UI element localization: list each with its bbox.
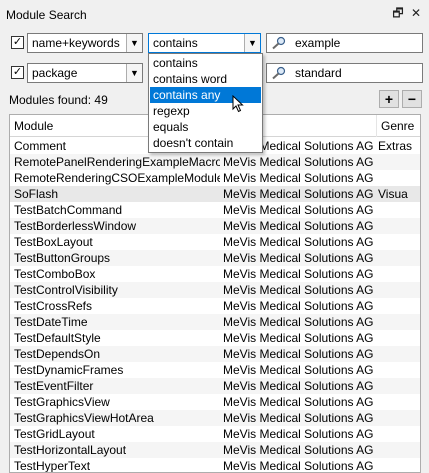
table-row[interactable]: TestDefaultStyle MeVis Medical Solutions … <box>10 330 420 346</box>
package-cell: MeVis Medical Solutions AG <box>223 347 374 361</box>
module-name-cell: TestBorderlessWindow <box>14 219 137 233</box>
table-row[interactable]: TestButtonGroups MeVis Medical Solutions … <box>10 250 420 266</box>
table-row[interactable]: TestComboBox MeVis Medical Solutions AG <box>10 266 420 282</box>
module-name-cell: TestBatchCommand <box>14 203 123 217</box>
package-cell: MeVis Medical Solutions AG <box>223 299 374 313</box>
package-cell: MeVis Medical Solutions AG <box>223 315 374 329</box>
filter1-search-value: example <box>295 36 341 50</box>
remove-button[interactable]: − <box>402 90 422 108</box>
chevron-down-icon: ▼ <box>244 34 260 52</box>
table-row[interactable]: TestGraphicsView MeVis Medical Solutions … <box>10 394 420 410</box>
dropdown-option[interactable]: contains <box>150 55 261 71</box>
package-cell: MeVis Medical Solutions AG <box>223 171 374 185</box>
table-row[interactable]: RemoteRenderingCSOExampleModule MeVis Med… <box>10 170 420 186</box>
table-row[interactable]: TestDependsOn MeVis Medical Solutions AG <box>10 346 420 362</box>
modules-found-count: Modules found: 49 <box>9 93 108 107</box>
search-icon <box>272 66 286 80</box>
panel-title: Module Search <box>6 8 87 22</box>
genre-cell: Extras <box>378 139 413 153</box>
package-cell: MeVis Medical Solutions AG <box>223 379 374 393</box>
chevron-down-icon: ▼ <box>126 64 142 82</box>
dropdown-option[interactable]: equals <box>150 119 261 135</box>
module-name-cell: TestBoxLayout <box>14 235 93 249</box>
table-row[interactable]: TestBatchCommand MeVis Medical Solutions … <box>10 202 420 218</box>
column-header-genre[interactable]: Genre <box>377 115 420 137</box>
dropdown-option[interactable]: contains word <box>150 71 261 87</box>
package-cell: MeVis Medical Solutions AG <box>223 363 374 377</box>
package-cell: MeVis Medical Solutions AG <box>223 155 374 169</box>
filter2-field-select[interactable]: package ▼ <box>27 63 143 83</box>
search-icon <box>272 36 286 50</box>
chevron-down-icon: ▼ <box>126 34 142 52</box>
package-cell: MeVis Medical Solutions AG <box>223 203 374 217</box>
package-cell: MeVis Medical Solutions AG <box>223 427 374 441</box>
module-name-cell: TestEventFilter <box>14 379 94 393</box>
table-row[interactable]: TestBorderlessWindow MeVis Medical Soluti… <box>10 218 420 234</box>
package-cell: MeVis Medical Solutions AG <box>223 251 374 265</box>
table-row[interactable]: TestEventFilter MeVis Medical Solutions A… <box>10 378 420 394</box>
module-name-cell: TestButtonGroups <box>14 251 111 265</box>
table-row[interactable]: TestBoxLayout MeVis Medical Solutions AG <box>10 234 420 250</box>
mouse-cursor-icon <box>232 95 244 113</box>
module-name-cell: TestComboBox <box>14 267 96 281</box>
filter2-field-value: package <box>32 66 78 80</box>
module-name-cell: TestCrossRefs <box>14 299 93 313</box>
genre-cell: Visua <box>378 187 408 201</box>
filter2-search-input[interactable]: standard <box>266 63 423 83</box>
module-name-cell: TestDependsOn <box>14 347 101 361</box>
dropdown-option[interactable]: doesn't contain <box>150 135 261 151</box>
module-name-cell: TestHyperText <box>14 459 91 473</box>
package-cell: MeVis Medical Solutions AG <box>223 459 374 473</box>
filter1-search-input[interactable]: example <box>266 33 423 53</box>
table-row[interactable]: TestControlVisibility MeVis Medical Solut… <box>10 282 420 298</box>
close-icon[interactable]: ✕ <box>409 6 423 20</box>
module-name-cell: TestControlVisibility <box>14 283 118 297</box>
table-row[interactable]: TestDateTime MeVis Medical Solutions AG <box>10 314 420 330</box>
package-cell: MeVis Medical Solutions AG <box>223 267 374 281</box>
module-name-cell: TestDynamicFrames <box>14 363 124 377</box>
filter1-field-value: name+keywords <box>32 36 120 50</box>
package-cell: MeVis Medical Solutions AG <box>223 411 374 425</box>
table-row[interactable]: TestGraphicsViewHotArea MeVis Medical Sol… <box>10 410 420 426</box>
table-row[interactable]: RemotePanelRenderingExampleMacro MeVis Me… <box>10 154 420 170</box>
module-name-cell: RemotePanelRenderingExampleMacro <box>14 155 220 169</box>
package-cell: MeVis Medical Solutions AG <box>223 283 374 297</box>
table-row[interactable]: TestHorizontalLayout MeVis Medical Soluti… <box>10 442 420 458</box>
filter1-mode-value: contains <box>153 36 198 50</box>
module-name-cell: TestGraphicsViewHotArea <box>14 411 154 425</box>
package-cell: MeVis Medical Solutions AG <box>223 235 374 249</box>
package-cell: MeVis Medical Solutions AG <box>223 187 374 201</box>
table-row[interactable]: TestDynamicFrames MeVis Medical Solutions… <box>10 362 420 378</box>
filter1-mode-select[interactable]: contains ▼ <box>148 33 261 53</box>
package-cell: MeVis Medical Solutions AG <box>223 443 374 457</box>
table-row[interactable]: SoFlash MeVis Medical Solutions AG Visua <box>10 186 420 202</box>
module-name-cell: TestGraphicsView <box>14 395 110 409</box>
package-cell: MeVis Medical Solutions AG <box>223 395 374 409</box>
modules-table[interactable]: Module Genre Comment MeVis Medical Soluti… <box>9 114 421 473</box>
module-name-cell: TestHorizontalLayout <box>14 443 127 457</box>
package-cell: MeVis Medical Solutions AG <box>223 219 374 233</box>
module-name-cell: TestGridLayout <box>14 427 95 441</box>
filter2-checkbox[interactable]: ✓ <box>11 66 24 79</box>
float-icon[interactable]: 🗗 <box>391 6 405 20</box>
module-name-cell: TestDateTime <box>14 315 88 329</box>
package-cell: MeVis Medical Solutions AG <box>223 331 374 345</box>
filter1-checkbox[interactable]: ✓ <box>11 36 24 49</box>
module-name-cell: RemoteRenderingCSOExampleModule <box>14 171 220 185</box>
table-row[interactable]: TestHyperText MeVis Medical Solutions AG <box>10 458 420 473</box>
filter2-search-value: standard <box>295 66 342 80</box>
module-name-cell: SoFlash <box>14 187 59 201</box>
filter1-field-select[interactable]: name+keywords ▼ <box>27 33 143 53</box>
module-name-cell: TestDefaultStyle <box>14 331 101 345</box>
add-button[interactable]: + <box>379 90 399 108</box>
table-row[interactable]: TestCrossRefs MeVis Medical Solutions AG <box>10 298 420 314</box>
table-row[interactable]: TestGridLayout MeVis Medical Solutions AG <box>10 426 420 442</box>
